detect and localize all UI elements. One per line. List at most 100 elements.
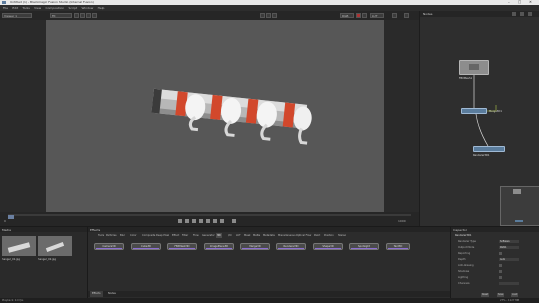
tool-button-merge3d[interactable]: Merge3D — [240, 243, 270, 250]
effects-bottom-tabs: Effects Nodes — [88, 291, 450, 297]
status-bar: Playback: 0.0 fps 27% - 1127 MB — [0, 298, 539, 303]
load-button[interactable]: Load — [511, 293, 519, 297]
tab-color[interactable]: Color — [130, 233, 137, 238]
tab-particles[interactable]: Particles — [106, 233, 117, 238]
antialiasing-label: Anti-Aliasing — [458, 264, 474, 267]
play-reverse-icon[interactable] — [192, 219, 196, 223]
viewer-options-icon[interactable] — [392, 13, 397, 18]
tool-button-renderer3d[interactable]: Renderer3D — [276, 243, 306, 250]
tab-composite[interactable]: Composite — [142, 233, 155, 238]
status-right: 27% - 1127 MB — [500, 299, 520, 302]
depth-dropdown[interactable]: Auto — [499, 258, 519, 261]
app-icon — [2, 1, 6, 4]
playhead[interactable] — [8, 215, 14, 219]
node-minimap[interactable] — [500, 186, 539, 226]
go-start-icon[interactable] — [178, 219, 182, 223]
media-pool-title: Media — [2, 228, 12, 232]
viewer-right-margin — [384, 20, 419, 212]
tab-stereo[interactable]: Stereo — [338, 233, 346, 238]
stereo-icon[interactable] — [266, 13, 271, 18]
fit-icon[interactable] — [74, 13, 79, 18]
inspector-row: Depth Auto — [453, 257, 538, 262]
media-thumbnail[interactable] — [2, 236, 36, 256]
lighting-checkbox[interactable] — [499, 276, 502, 279]
tool-button-fbxmesh3d[interactable]: FBXMesh3D — [167, 243, 197, 250]
tab-generator[interactable]: Generator — [202, 233, 215, 238]
tool-button-text3d[interactable]: Text3D — [386, 243, 410, 250]
inspector-row: Renderer3D1 — [453, 233, 538, 238]
proxy-icon[interactable] — [272, 13, 277, 18]
tab-lut[interactable]: LUT — [236, 233, 241, 238]
zoom-dropdown[interactable]: Fit — [50, 13, 72, 18]
shadows-checkbox[interactable] — [499, 270, 502, 273]
media-pool: Media hanger_01.jpg hanger_02.jpg — [0, 226, 87, 303]
region-icon[interactable] — [80, 13, 85, 18]
tool-button-cube3d[interactable]: Cube3D — [131, 243, 161, 250]
reporting-checkbox[interactable] — [499, 252, 502, 255]
status-left: Playback: 0.0 fps — [2, 299, 24, 302]
channels-label: Channels — [458, 282, 470, 285]
tab-3d[interactable]: 3D — [216, 233, 222, 238]
tab-miscellaneous[interactable]: Miscellaneous — [278, 233, 296, 238]
tool-button-shape3d[interactable]: Shape3D — [313, 243, 343, 250]
lut-dropdown[interactable]: LUT — [370, 13, 384, 18]
bottom-tab-nodes[interactable]: Nodes — [106, 291, 118, 297]
tab-filter[interactable]: Filter — [182, 233, 188, 238]
inspector-row: Channels — [453, 281, 538, 286]
viewer-canvas[interactable] — [46, 20, 384, 212]
tab-metadata[interactable]: Metadata — [263, 233, 275, 238]
channels-field[interactable] — [499, 282, 519, 285]
loop-icon[interactable] — [232, 219, 236, 223]
viewer-select[interactable]: Viewer 1 — [2, 13, 32, 18]
node-editor[interactable]: Nodes FBXMesh1 Merge3D1 Renderer3D1 — [419, 11, 539, 226]
tab-effect[interactable]: Effect — [172, 233, 179, 238]
rgb-icon[interactable] — [362, 13, 367, 18]
coat-rack-render — [151, 88, 312, 145]
tab-io[interactable]: I/O — [228, 233, 232, 238]
tab-optical-flow[interactable]: Optical Flow — [296, 233, 311, 238]
reset-button[interactable]: Reset — [481, 293, 490, 297]
tool-button-imageplane3d[interactable]: ImagePlane3D — [204, 243, 234, 250]
tool-button-camera3d[interactable]: Camera3D — [94, 243, 124, 250]
go-end-icon[interactable] — [220, 219, 224, 223]
tab-matte[interactable]: Matte — [253, 233, 260, 238]
channel-dropdown[interactable]: RGB — [340, 13, 354, 18]
tab-mask[interactable]: Mask — [244, 233, 250, 238]
minimap-node — [513, 189, 521, 194]
lighting-label: Lighting — [458, 276, 469, 279]
current-frame[interactable]: 0 — [4, 219, 6, 223]
minimap-node — [515, 220, 523, 222]
red-channel-icon[interactable] — [356, 13, 361, 18]
inspector-row: Renderer Type Software — [453, 239, 538, 244]
tab-tools[interactable]: Tools — [98, 233, 104, 238]
bottom-tab-effects[interactable]: Effects — [90, 291, 103, 297]
media-thumbnail[interactable] — [38, 236, 72, 256]
save-button[interactable]: Save — [497, 293, 505, 297]
tab-paint[interactable]: Paint — [314, 233, 320, 238]
roi-icon[interactable] — [86, 13, 91, 18]
play-icon[interactable] — [206, 219, 210, 223]
output-mode-dropdown[interactable]: RGBA — [499, 246, 519, 249]
end-frame[interactable]: 1000 — [398, 219, 406, 223]
antialiasing-checkbox[interactable] — [499, 264, 502, 267]
inspector-row: Output Mode RGBA — [453, 245, 538, 250]
inspector-row: Shadows — [453, 269, 538, 274]
viewer-toolbar: Viewer 1 Fit RGB LUT — [0, 11, 419, 20]
shadows-label: Shadows — [458, 270, 470, 273]
step-back-icon[interactable] — [185, 219, 189, 223]
tab-position[interactable]: Position — [324, 233, 334, 238]
viewer-menu-icon[interactable] — [404, 13, 409, 18]
guides-icon[interactable] — [260, 13, 265, 18]
stop-icon[interactable] — [199, 219, 203, 223]
transport-controls: 0 1000 — [0, 212, 419, 226]
step-forward-icon[interactable] — [213, 219, 217, 223]
renderer-type-dropdown[interactable]: Software — [499, 240, 519, 243]
tab-flow[interactable]: Flow — [193, 233, 199, 238]
effects-header: Effects — [88, 227, 451, 232]
tab-blur[interactable]: Blur — [120, 233, 125, 238]
thumb-graphic — [7, 242, 31, 253]
time-ruler[interactable] — [8, 214, 411, 219]
checker-icon[interactable] — [92, 13, 97, 18]
tool-button-spotlight[interactable]: SpotLight — [349, 243, 379, 250]
tab-deep-pixel[interactable]: Deep Pixel — [156, 233, 169, 238]
